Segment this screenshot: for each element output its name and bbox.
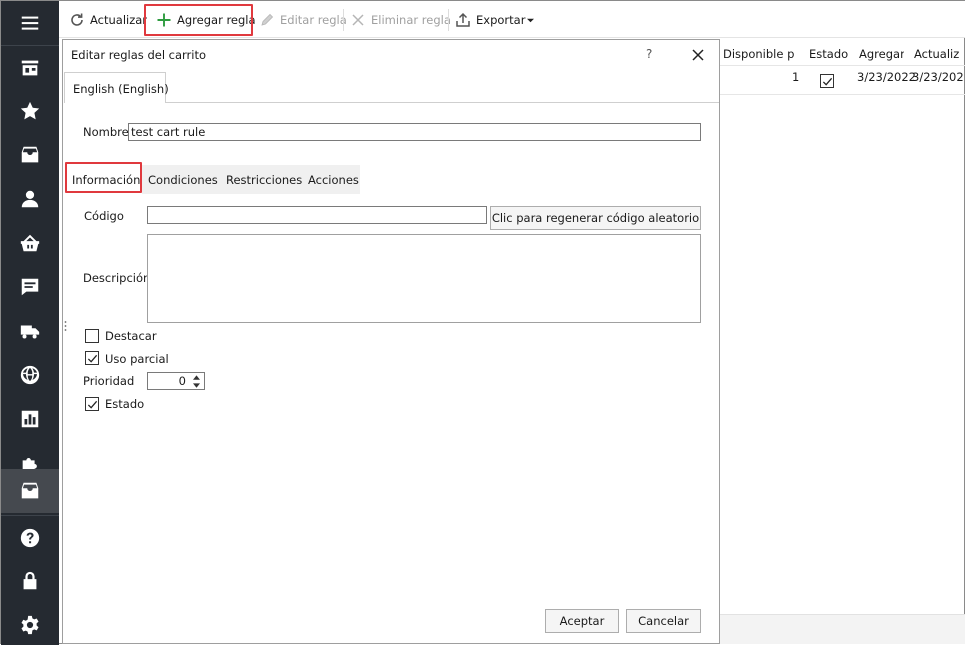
check-icon [87,400,97,409]
edit-rule-button[interactable]: Editar regla [255,7,351,33]
priority-value: 0 [178,374,186,388]
tab-actions[interactable]: Acciones [308,165,359,194]
cell-status-checkbox[interactable] [820,74,834,88]
lock-icon[interactable] [1,559,59,603]
globe-icon[interactable] [1,353,59,397]
cell-available: 1 [792,70,800,84]
refresh-button[interactable]: Actualizar [65,7,151,33]
upload-icon [456,12,470,27]
regenerate-code-button[interactable]: Clic para regenerar código aleatorio [490,206,701,230]
refresh-icon [71,13,83,26]
export-button[interactable]: Exportar [451,7,538,33]
basket-icon[interactable] [1,221,59,265]
help-button[interactable]: ? [646,47,652,61]
name-input[interactable]: test cart rule [128,123,701,141]
code-label: Código [84,209,124,223]
pencil-icon [261,13,274,26]
chevron-down-icon[interactable] [190,381,202,389]
column-updated[interactable]: Actualiz [914,47,964,61]
edit-cart-rules-dialog: Editar reglas del carrito ? English (Eng… [62,39,720,644]
cancel-button[interactable]: Cancelar [626,609,701,633]
check-icon [822,77,832,86]
close-icon[interactable] [691,48,705,62]
ok-button[interactable]: Aceptar [545,609,619,633]
inbox-active-icon[interactable] [1,469,59,513]
help-icon[interactable] [1,515,59,559]
highlight-checkbox[interactable] [85,329,99,343]
highlight-label: Destacar [105,329,157,343]
store-icon[interactable] [1,45,59,89]
chevron-up-icon[interactable] [190,373,202,381]
add-rule-highlight [144,4,253,36]
priority-label: Prioridad [83,374,135,388]
truck-icon[interactable] [1,309,59,353]
column-available[interactable]: Disponible pc [723,47,795,61]
name-label: Nombre [83,125,129,139]
inbox-icon[interactable] [1,133,59,177]
tab-conditions[interactable]: Condiciones [148,165,218,194]
export-label: Exportar [476,13,526,27]
column-status[interactable]: Estado [809,47,849,61]
partial-use-label: Uso parcial [105,352,169,366]
toolbar: Actualizar Agregar regla Editar regla El… [59,1,965,38]
delete-icon [352,14,364,26]
language-tab-english[interactable]: English (English) [64,72,169,103]
information-tab-highlight [65,162,142,193]
language-tab-label: English (English) [73,82,169,96]
toolbar-separator [343,9,344,31]
column-added[interactable]: Agregar [859,47,904,61]
status-checkbox[interactable] [85,397,99,411]
caret-down-icon [527,18,535,22]
grid-header: Disponible pc Estado Agregar Actualiz [720,42,965,66]
cell-updated: 3/23/202 [912,70,964,84]
description-label: Descripción [83,271,151,285]
app-window: Actualizar Agregar regla Editar regla El… [0,0,965,645]
menu-icon[interactable] [1,1,59,45]
status-label: Estado [105,397,145,411]
delete-rule-label: Eliminar regla [371,13,451,27]
check-icon [87,354,97,363]
refresh-label: Actualizar [90,13,148,27]
puzzle-icon[interactable] [1,441,59,469]
priority-stepper[interactable]: 0 [147,372,205,390]
chart-icon[interactable] [1,397,59,441]
code-input[interactable] [147,206,487,224]
partial-use-checkbox[interactable] [85,351,99,365]
tab-restrictions[interactable]: Restricciones [226,165,302,194]
user-icon[interactable] [1,177,59,221]
gear-icon[interactable] [1,603,59,647]
delete-rule-button[interactable]: Eliminar regla [346,7,455,33]
table-row[interactable]: 1 3/23/2022 3/23/202 [720,66,965,95]
cell-added: 3/23/2022 [857,70,916,84]
edit-rule-label: Editar regla [280,13,347,27]
dialog-title: Editar reglas del carrito [71,48,207,62]
star-icon[interactable] [1,89,59,133]
description-textarea[interactable] [147,234,701,323]
comment-icon[interactable] [1,265,59,309]
sidebar [1,1,59,645]
grid-footer [720,614,965,644]
splitter-handle[interactable] [64,320,67,332]
toolbar-separator [448,9,449,31]
